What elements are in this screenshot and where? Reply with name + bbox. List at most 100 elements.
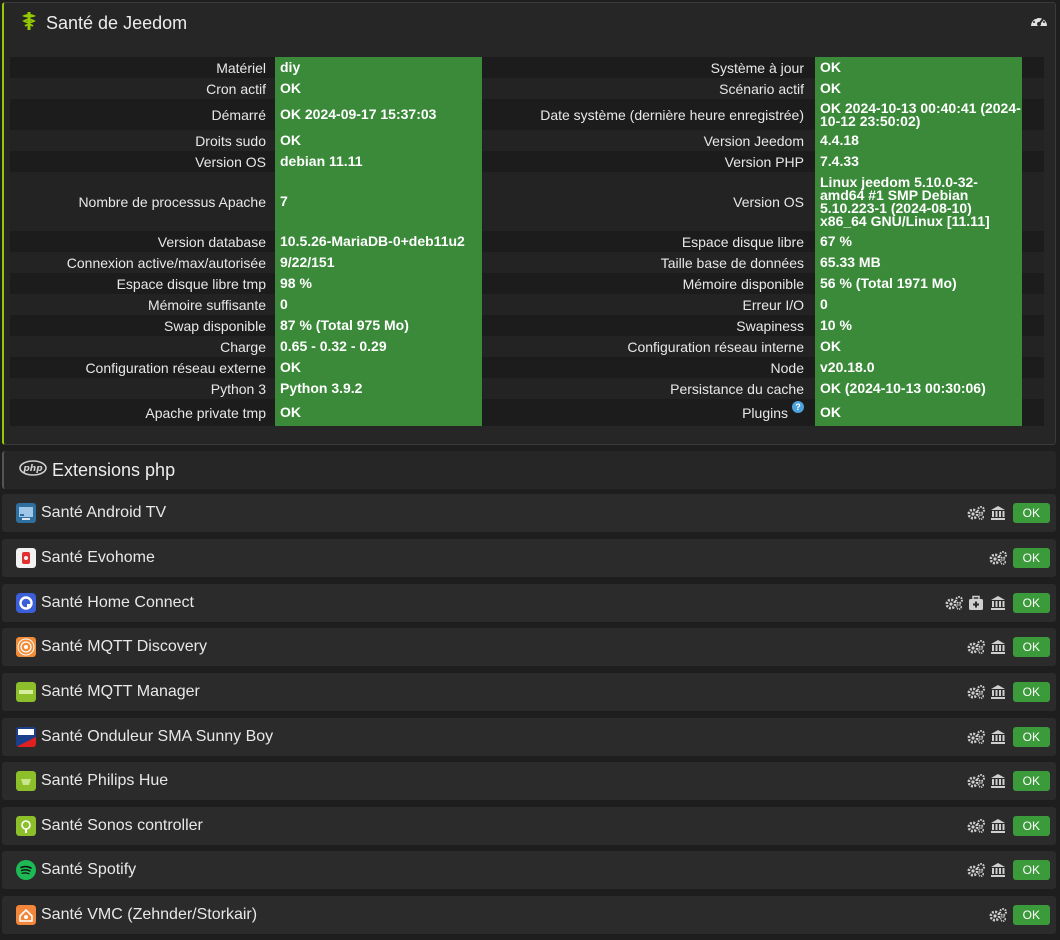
bank-icon[interactable] — [988, 504, 1008, 522]
cogs-icon[interactable] — [966, 728, 986, 746]
php-icon: php — [19, 459, 47, 481]
plugin-health-row[interactable]: Santé Philips Hue OK — [2, 762, 1056, 800]
cogs-icon[interactable] — [944, 594, 964, 612]
table-row: Apache private tmp OK Plugins ? OK — [10, 399, 1044, 426]
mqtt-manager-icon — [16, 682, 36, 702]
page-title: Santé de Jeedom — [46, 12, 188, 33]
cogs-icon[interactable] — [966, 772, 986, 790]
health-label: Connexion active/max/autorisée — [66, 254, 266, 271]
sonos-icon — [16, 816, 36, 836]
health-value: OK — [275, 130, 482, 151]
status-badge: OK — [1012, 637, 1050, 657]
plugin-health-row[interactable]: Santé MQTT Manager OK — [2, 673, 1056, 711]
plugin-name: Santé Onduleur SMA Sunny Boy — [41, 728, 274, 745]
plugin-health-row[interactable]: Santé Onduleur SMA Sunny Boy OK — [2, 718, 1056, 756]
health-label: Python 3 — [210, 380, 266, 397]
plugin-health-row[interactable]: Santé Sonos controller OK — [2, 807, 1056, 845]
vmc-icon — [16, 905, 36, 925]
bank-icon[interactable] — [988, 772, 1008, 790]
health-value: 56 % (Total 1971 Mo) — [815, 273, 1022, 294]
bank-icon[interactable] — [988, 817, 1008, 835]
plugin-health-row[interactable]: Santé Spotify OK — [2, 851, 1056, 889]
plugin-health-row[interactable]: Santé MQTT Discovery OK — [2, 628, 1056, 666]
health-value: 0 — [275, 294, 482, 315]
health-value: 10.5.26-MariaDB-0+deb11u2 — [275, 231, 482, 252]
health-value: 10 % — [815, 315, 1022, 336]
health-label: Date système (dernière heure enregistrée… — [540, 106, 804, 123]
plugin-actions: OK — [966, 682, 1050, 702]
extensions-php-panel[interactable]: php Extensions php — [2, 451, 1056, 489]
health-label: Version database — [157, 233, 266, 250]
health-label: Scénario actif — [719, 80, 804, 97]
health-label: Matériel — [216, 59, 266, 76]
health-label-plugins: Plugins ? — [482, 399, 815, 426]
health-label: Version OS — [195, 153, 266, 170]
plugin-name: Santé MQTT Discovery — [41, 638, 207, 655]
android-tv-icon — [16, 503, 36, 523]
health-value: OK — [815, 399, 1022, 426]
health-label: Espace disque libre — [681, 233, 804, 250]
table-row: Version database 10.5.26-MariaDB-0+deb11… — [10, 231, 1044, 252]
cogs-icon[interactable] — [966, 683, 986, 701]
medkit-icon[interactable] — [966, 594, 986, 612]
health-label: Version Jeedom — [703, 132, 804, 149]
health-value: 87 % (Total 975 Mo) — [275, 315, 482, 336]
health-value: 4.4.18 — [815, 130, 1022, 151]
plugin-name: Santé Home Connect — [41, 594, 194, 611]
bank-icon[interactable] — [988, 861, 1008, 879]
table-row: Espace disque libre tmp 98 % Mémoire dis… — [10, 273, 1044, 294]
plugin-actions: OK — [966, 727, 1050, 747]
table-row: Version OS debian 11.11 Version PHP 7.4.… — [10, 151, 1044, 172]
health-label: Node — [770, 359, 804, 376]
plugin-health-row[interactable]: Santé Evohome OK — [2, 539, 1056, 577]
status-badge: OK — [1012, 727, 1050, 747]
help-icon[interactable]: ? — [792, 400, 804, 413]
plugin-name: Santé Spotify — [41, 861, 137, 878]
bank-icon[interactable] — [988, 728, 1008, 746]
health-label: Cron actif — [206, 80, 266, 97]
table-row: Cron actif OK Scénario actif OK — [10, 78, 1044, 99]
cogs-icon[interactable] — [988, 549, 1008, 567]
health-value: 9/22/151 — [275, 252, 482, 273]
health-label: Nombre de processus Apache — [78, 193, 266, 210]
plugin-name: Santé Android TV — [41, 504, 167, 521]
health-label: Espace disque libre tmp — [116, 275, 266, 292]
plugin-name: Santé Philips Hue — [41, 772, 169, 789]
cogs-icon[interactable] — [966, 817, 986, 835]
cogs-icon[interactable] — [966, 504, 986, 522]
dashboard-gauge-icon[interactable] — [1029, 12, 1049, 32]
health-value: 98 % — [275, 273, 482, 294]
health-label: Mémoire suffisante — [147, 296, 266, 313]
plugin-health-row[interactable]: Santé Android TV OK — [2, 494, 1056, 532]
health-label: Swapiness — [736, 317, 804, 334]
health-label: Mémoire disponible — [682, 275, 804, 292]
plugin-health-row[interactable]: Santé Home Connect OK — [2, 584, 1056, 622]
health-label: Démarré — [211, 106, 266, 123]
plugin-name: Santé Sonos controller — [41, 817, 203, 834]
table-row: Matériel diy Système à jour OK — [10, 57, 1044, 78]
health-label: Swap disponible — [164, 317, 266, 334]
spotify-icon — [16, 860, 36, 880]
cogs-icon[interactable] — [966, 861, 986, 879]
cogs-icon[interactable] — [966, 638, 986, 656]
evohome-icon — [16, 548, 36, 568]
plugin-actions: OK — [988, 905, 1050, 925]
health-value: 7 — [275, 172, 482, 231]
bank-icon[interactable] — [988, 638, 1008, 656]
plugin-name: Santé Evohome — [41, 549, 155, 566]
philips-hue-icon — [16, 771, 36, 791]
health-label: Droits sudo — [195, 132, 266, 149]
sma-icon — [16, 727, 36, 747]
health-value: v20.18.0 — [815, 357, 1022, 378]
plugin-health-row[interactable]: Santé VMC (Zehnder/Storkair) OK — [2, 896, 1056, 934]
health-label: Charge — [220, 338, 266, 355]
bank-icon[interactable] — [988, 683, 1008, 701]
health-label: Système à jour — [710, 59, 804, 76]
status-badge: OK — [1012, 905, 1050, 925]
mqtt-discovery-icon — [16, 637, 36, 657]
bank-icon[interactable] — [988, 594, 1008, 612]
svg-text:php: php — [22, 464, 43, 474]
table-row: Mémoire suffisante 0 Erreur I/O 0 — [10, 294, 1044, 315]
health-value: 7.4.33 — [815, 151, 1022, 172]
cogs-icon[interactable] — [988, 906, 1008, 924]
